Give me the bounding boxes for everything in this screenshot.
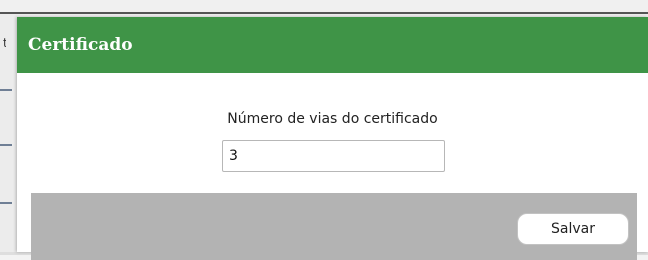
background-top-bar [0,0,648,14]
dialog-body: Número de vias do certificado Salvar [17,73,648,260]
dialog-footer: Salvar [31,193,637,260]
background-partial-text: t [3,36,6,50]
dialog-header: Certificado [17,17,648,73]
copies-input[interactable] [222,140,445,172]
background-row-marker [0,144,12,146]
save-button[interactable]: Salvar [517,213,629,245]
background-left-column: t [0,14,17,255]
background-row-marker [0,89,12,91]
dialog-title: Certificado [28,35,133,55]
certificate-dialog: Certificado Número de vias do certificad… [17,17,648,260]
background-row-marker [0,202,12,204]
copies-field-label: Número de vias do certificado [227,111,438,127]
